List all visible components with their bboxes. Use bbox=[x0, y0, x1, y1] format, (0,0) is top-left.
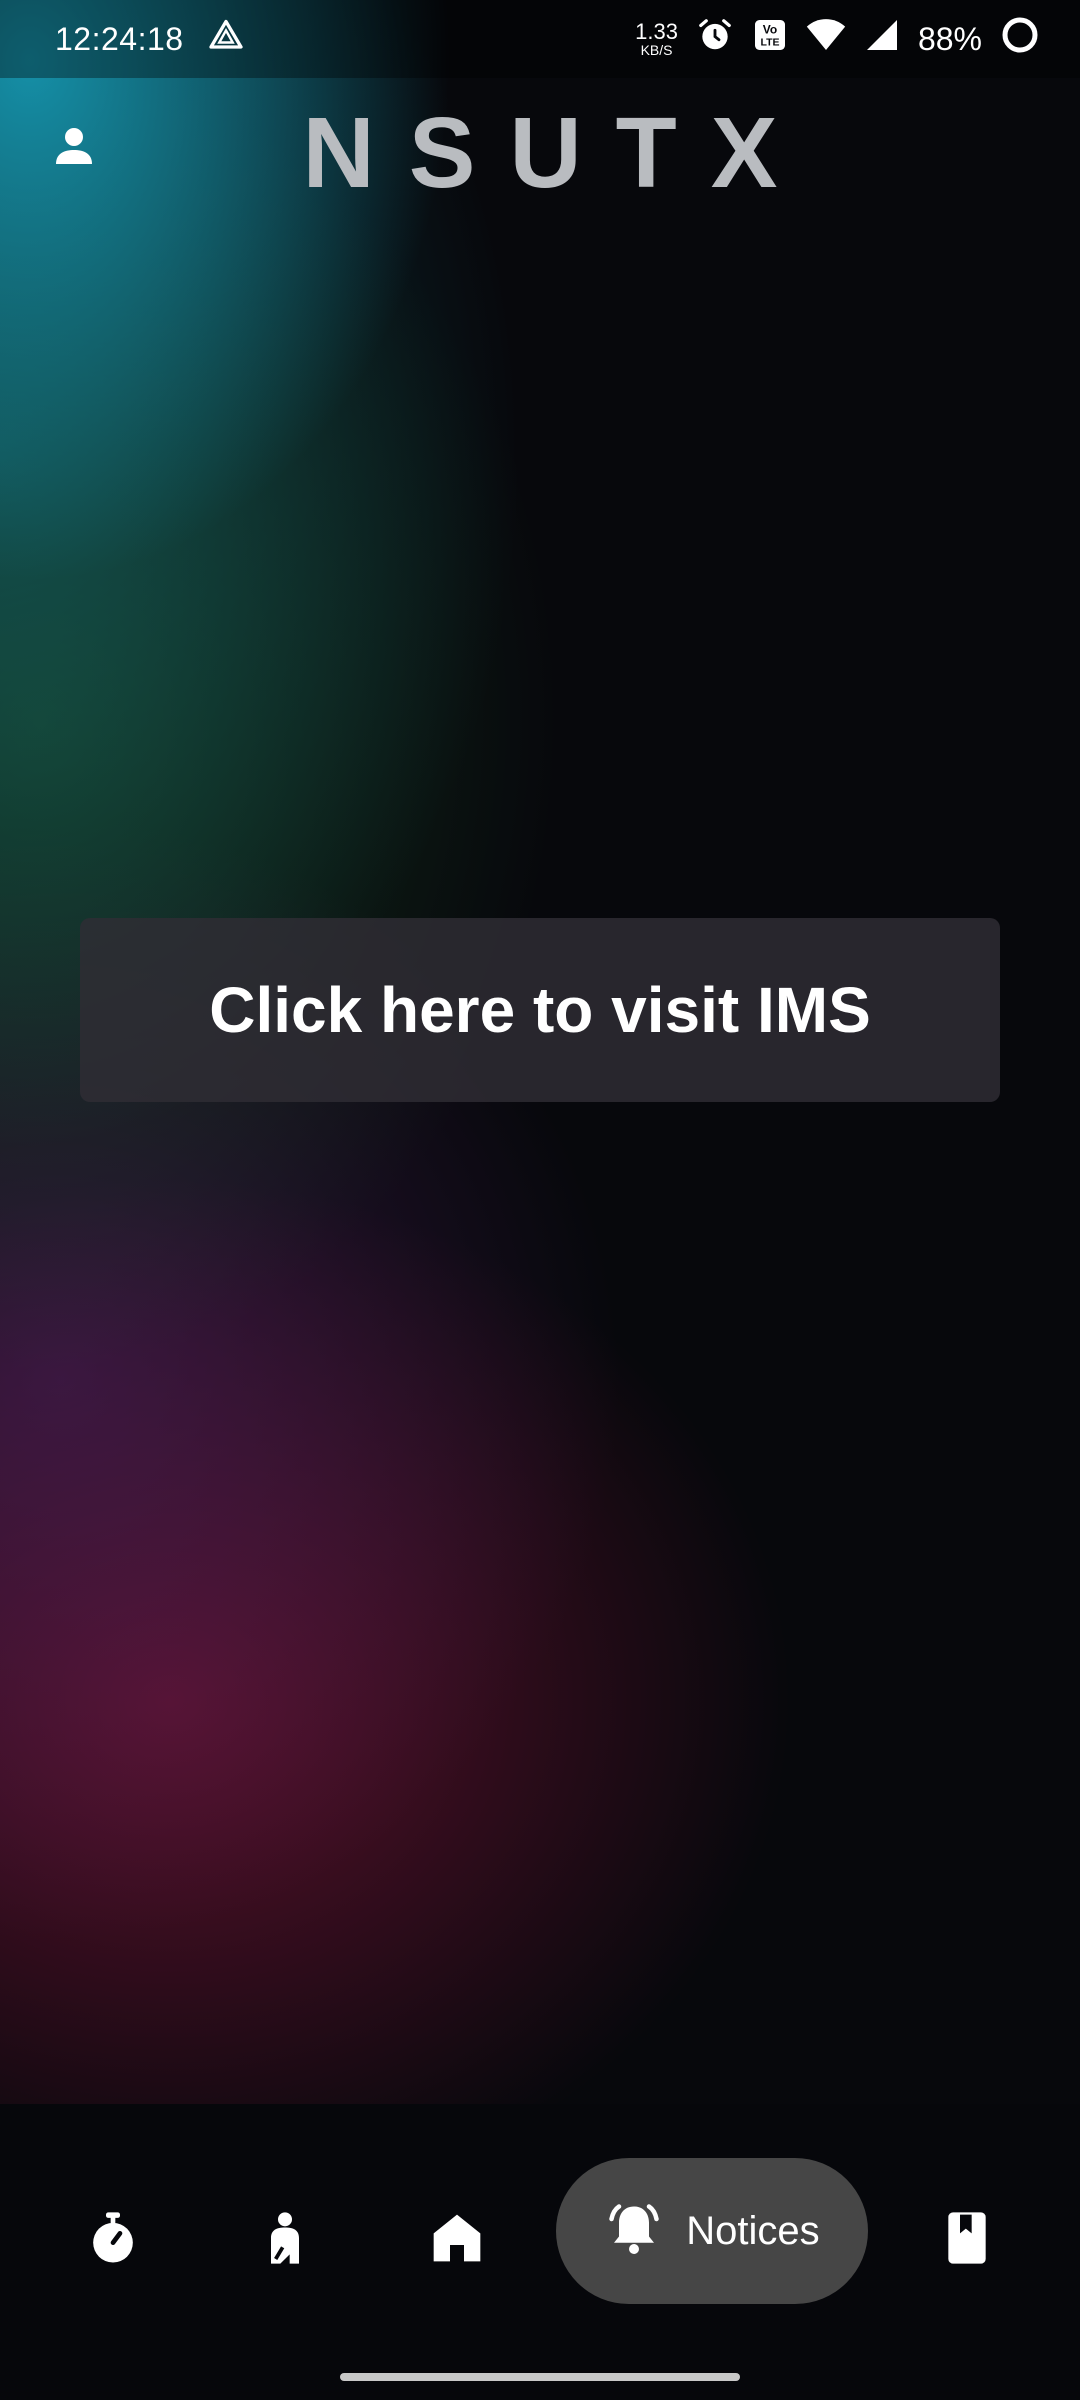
nav-item-timer[interactable] bbox=[63, 2190, 163, 2290]
home-icon bbox=[429, 2210, 485, 2271]
wifi-icon bbox=[806, 17, 846, 61]
battery-ring-icon bbox=[1000, 15, 1040, 63]
net-speed-value: 1.33 bbox=[635, 19, 678, 44]
nav-item-bookmarks[interactable] bbox=[917, 2190, 1017, 2290]
battery-percent: 88% bbox=[917, 20, 982, 57]
volte-icon: Vo LTE bbox=[752, 17, 788, 61]
home-indicator[interactable] bbox=[340, 2373, 740, 2381]
status-time: 12:24:18 bbox=[55, 20, 184, 57]
bell-icon bbox=[604, 2199, 664, 2264]
stopwatch-icon bbox=[85, 2210, 141, 2271]
status-bar: 12:24:18 1.33 KB/S Vo LTE 88% bbox=[0, 0, 1080, 78]
network-speed: 1.33 KB/S bbox=[635, 19, 678, 58]
alarm-icon bbox=[696, 16, 734, 62]
nav-item-home[interactable] bbox=[407, 2190, 507, 2290]
drive-icon bbox=[208, 17, 244, 61]
status-icons: 1.33 KB/S Vo LTE 88% bbox=[635, 15, 1040, 63]
signal-icon bbox=[864, 17, 900, 61]
student-icon bbox=[257, 2210, 313, 2271]
nav-notices-label: Notices bbox=[686, 2208, 820, 2253]
net-speed-unit: KB/S bbox=[640, 42, 673, 58]
svg-text:Vo: Vo bbox=[763, 23, 777, 37]
visit-ims-button[interactable]: Click here to visit IMS bbox=[80, 918, 1000, 1102]
svg-text:LTE: LTE bbox=[760, 37, 779, 49]
nav-item-notices[interactable]: Notices bbox=[556, 2158, 868, 2304]
bookmark-icon bbox=[939, 2210, 995, 2271]
nav-item-student[interactable] bbox=[235, 2190, 335, 2290]
app-title: NSUTX bbox=[302, 97, 812, 209]
